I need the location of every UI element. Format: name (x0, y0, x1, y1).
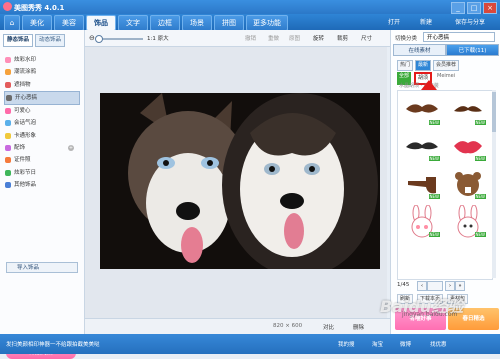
category-item-selected[interactable]: 开心恶搞 (4, 90, 80, 106)
left-tabs: 静态饰品 动态饰品 (3, 34, 66, 47)
app-title: 美图秀秀 4.0.1 (14, 4, 65, 12)
category-item[interactable]: 其他饰品 (4, 179, 80, 191)
grid-item-mustache-1[interactable]: NEW (400, 93, 444, 127)
canvas-status-bar: 820 × 600 对比 删除 (85, 318, 390, 335)
tab-beautify[interactable]: 美化 (22, 15, 52, 31)
subtab-member[interactable]: 会员推荐 (433, 60, 460, 71)
category-item[interactable]: 遮挡物 (4, 79, 80, 91)
resize-button[interactable]: 尺寸 (361, 34, 372, 42)
home-icon[interactable]: ⌂ (4, 15, 20, 31)
tab-beauty[interactable]: 美容 (54, 15, 84, 31)
menu-bar: ⌂ 美化 美容 饰品 文字 边框 场景 拼图 更多功能 打开 新建 保存与分享 (0, 14, 500, 31)
left-panel: 静态饰品 动态饰品 炫彩水印 潮流涂鸦 遮挡物 开心恶搞 可爱心 会话气泡 卡通… (0, 30, 85, 359)
last-page-icon[interactable]: » (455, 281, 465, 291)
category-switch-label: 切换分类 (395, 36, 418, 42)
compare-button[interactable]: 对比 (323, 323, 334, 331)
zoom-actual-button[interactable]: 1:1 原大 (147, 34, 169, 42)
tab-text[interactable]: 文字 (118, 15, 148, 31)
undo-button[interactable]: 撤销 (245, 34, 256, 42)
category-list: 炫彩水印 潮流涂鸦 遮挡物 开心恶搞 可爱心 会话气泡 卡通形象 配饰 + 证件照… (4, 54, 80, 191)
add-icon[interactable]: + (68, 145, 74, 152)
grid-item-bunny-2[interactable]: NEW (446, 204, 490, 239)
tab-dynamic-accessories[interactable]: 动态饰品 (35, 34, 66, 47)
zoom-out-icon[interactable]: ⊖ (89, 34, 95, 42)
category-item[interactable]: 可爱心 (4, 105, 80, 117)
grid-item-mustache-3[interactable]: NEW (400, 129, 444, 163)
tab-collage[interactable]: 拼图 (214, 15, 244, 31)
status-message[interactable]: 发扫美颜相印神器一不给跟拍截美美哒 (6, 340, 100, 348)
new-badge: NEW (428, 156, 440, 161)
subtab-hot[interactable]: 热门 (397, 60, 414, 71)
grid-item-pipe[interactable]: NEW (400, 167, 444, 201)
grid-item-lips[interactable]: NEW (446, 129, 490, 163)
new-badge: NEW (474, 156, 486, 161)
category-item[interactable]: 潮流涂鸦 (4, 66, 80, 78)
category-item[interactable]: 证件照 (4, 154, 80, 166)
import-accessory-button[interactable]: 导入饰品 (6, 262, 78, 273)
new-badge: NEW (428, 120, 440, 125)
crop-button[interactable]: 裁剪 (337, 34, 348, 42)
page-input[interactable] (427, 281, 443, 291)
grid-item-mustache-2[interactable]: NEW (446, 93, 490, 127)
category-item[interactable]: 配饰 + (4, 142, 80, 154)
new-badge: NEW (474, 120, 486, 125)
window-controls: _ □ × (451, 2, 497, 14)
category-item[interactable]: 卡通形象 (4, 130, 80, 142)
status-item-deals[interactable]: 找优惠 (430, 340, 447, 348)
redo-button[interactable]: 重做 (268, 34, 279, 42)
delete-button[interactable]: 删除 (353, 323, 364, 331)
new-badge: NEW (428, 232, 440, 237)
category-select[interactable]: 开心恶搞 (423, 32, 495, 42)
open-button[interactable]: 打开 (388, 17, 400, 26)
title-bar: 美图秀秀 4.0.1 _ □ × (0, 0, 500, 14)
new-badge: NEW (428, 194, 440, 199)
maximize-icon[interactable]: □ (467, 2, 481, 14)
tab-accessories[interactable]: 饰品 (86, 15, 116, 31)
app-logo-icon (3, 2, 12, 11)
status-bar: 发扫美颜相印神器一不给跟拍截美美哒 我的搜 淘宝 微博 找优惠 (0, 334, 500, 354)
zoom-slider-knob[interactable] (95, 35, 103, 43)
save-share-button[interactable]: 保存与分享 (455, 17, 485, 26)
image-dimensions: 820 × 600 (273, 323, 303, 329)
tab-downloaded[interactable]: 已下载(11) (446, 44, 499, 56)
material-grid: NEW NEW NEW NEW NEW NEW NEW NEW (397, 90, 493, 280)
category-item[interactable]: 会话气泡 (4, 117, 80, 129)
subtab-latest[interactable]: 最新 (415, 60, 432, 71)
tab-frame[interactable]: 边框 (150, 15, 180, 31)
grid-item-bear[interactable]: NEW (446, 167, 490, 201)
right-panel: 切换分类 开心恶搞 在线素材 已下载(11) 热门 最新 会员推荐 全部 胡须 … (390, 30, 500, 334)
grid-scrollbar[interactable] (492, 90, 496, 278)
category-item[interactable]: 炫彩节日 (4, 167, 80, 179)
status-item-weibo[interactable]: 微博 (400, 340, 411, 348)
new-badge: NEW (474, 194, 486, 199)
status-item-search[interactable]: 我的搜 (338, 340, 355, 348)
status-item-taobao[interactable]: 淘宝 (372, 340, 383, 348)
dog-and-face-photo (100, 93, 380, 269)
baidu-watermark-url: jingyan.baidu.com (402, 311, 458, 318)
photo-canvas[interactable] (100, 93, 380, 269)
zoom-slider[interactable] (95, 35, 143, 43)
reset-button[interactable]: 原图 (289, 34, 300, 42)
minimize-icon[interactable]: _ (451, 2, 465, 14)
category-item[interactable]: 炫彩水印 (4, 54, 80, 66)
tab-static-accessories[interactable]: 静态饰品 (3, 34, 34, 47)
scrollbar-thumb[interactable] (492, 92, 496, 132)
tab-online-materials[interactable]: 在线素材 (393, 44, 446, 56)
material-subtabs: 热门 最新 会员推荐 (397, 60, 460, 71)
prev-page-icon[interactable]: ‹ (417, 281, 427, 291)
next-page-icon[interactable]: › (445, 281, 455, 291)
grid-item-bunny-1[interactable]: NEW (400, 204, 444, 239)
rotate-button[interactable]: 旋转 (313, 34, 324, 42)
new-badge: NEW (474, 232, 486, 237)
page-indicator: 1/45 (397, 282, 410, 288)
tab-more[interactable]: 更多功能 (246, 15, 288, 31)
new-button[interactable]: 新建 (420, 17, 432, 26)
material-tabs: 在线素材 已下载(11) (393, 44, 499, 56)
close-icon[interactable]: × (483, 2, 497, 14)
tab-scene[interactable]: 场景 (182, 15, 212, 31)
